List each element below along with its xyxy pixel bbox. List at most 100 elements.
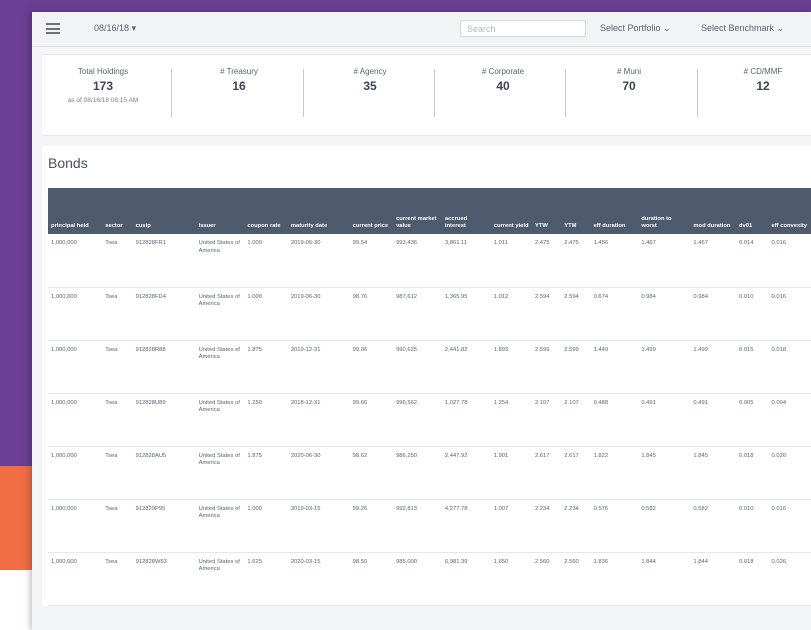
table-cell: United States of America — [195, 552, 245, 606]
table-cell: 2.475 — [561, 234, 591, 288]
column-header[interactable]: cusip — [132, 188, 196, 234]
table-cell: 0.015 — [735, 340, 769, 394]
app-window: 08/16/18 ▾ Select Portfolio ⌄ Select Ben… — [32, 12, 811, 630]
table-row[interactable]: 1,000,000 Tsea 912828U89 United States of A… — [48, 393, 811, 447]
table-cell: 2.107 — [531, 393, 562, 447]
hamburger-menu-icon[interactable] — [46, 23, 60, 34]
table-cell: 1.467 — [690, 234, 736, 288]
table-cell: Tsea — [102, 393, 133, 447]
column-header[interactable]: current market value — [393, 188, 442, 234]
table-row[interactable]: 1,000,000 Tsea 912828R88 United States of A… — [48, 340, 811, 394]
table-cell: 99.06 — [349, 340, 394, 394]
table-cell: 985,000 — [393, 552, 442, 606]
table-cell: United States of America — [195, 340, 245, 394]
column-header[interactable]: maturity date — [287, 188, 350, 234]
as-of-timestamp: as of 08/16/18 08:15 AM — [67, 97, 139, 104]
select-portfolio-dropdown[interactable]: Select Portfolio ⌄ — [600, 23, 671, 34]
column-header[interactable]: eff duration — [590, 188, 639, 234]
divider — [171, 69, 172, 117]
table-cell: 0.018 — [768, 340, 811, 394]
column-header[interactable]: mod duration — [690, 188, 736, 234]
stat-label: # Corporate — [481, 67, 525, 76]
table-cell: 99.54 — [349, 234, 394, 288]
column-header[interactable]: dv01 — [735, 188, 769, 234]
table-cell: 2.594 — [561, 287, 591, 341]
column-header[interactable]: YTM — [561, 188, 591, 234]
divider — [434, 69, 435, 117]
stat-treasury: # Treasury 16 — [174, 67, 304, 93]
table-cell: 4,277.78 — [441, 499, 491, 553]
top-bar: 08/16/18 ▾ Select Portfolio ⌄ Select Ben… — [32, 12, 811, 47]
column-header[interactable]: coupon rate — [244, 188, 288, 234]
table-cell: 912829P95 — [132, 499, 196, 553]
chevron-down-icon: ⌄ — [663, 23, 671, 33]
stat-label: # Agency — [353, 67, 387, 76]
table-cell: 1.254 — [490, 393, 532, 447]
divider — [303, 69, 304, 117]
table-row[interactable]: 1,000,000 Tsea 912828W63 United States of A… — [48, 552, 811, 606]
table-cell: 1.836 — [590, 552, 639, 606]
stat-value: 16 — [232, 79, 246, 93]
table-cell: 1.845 — [638, 446, 691, 500]
bonds-table: principal held sector cusip issuer coupon ra… — [48, 188, 811, 606]
table-cell: 0.582 — [690, 499, 736, 553]
table-cell: 2.560 — [561, 552, 591, 606]
stat-value: 173 — [92, 79, 114, 93]
table-cell: 2.475 — [531, 234, 562, 288]
stat-agency: # Agency 35 — [305, 67, 435, 93]
table-cell: 1.000 — [244, 287, 288, 341]
table-cell: 1.000 — [244, 234, 288, 288]
table-cell: 99.66 — [349, 393, 394, 447]
column-header[interactable]: current price — [349, 188, 394, 234]
table-row[interactable]: 1,000,000 Tsea 912828AU5 United States of A… — [48, 446, 811, 500]
search-input[interactable] — [460, 20, 586, 37]
table-cell: 2.560 — [531, 552, 562, 606]
date-selector[interactable]: 08/16/18 ▾ — [94, 23, 136, 34]
table-cell: 0.026 — [768, 552, 811, 606]
table-cell: 2019-06-30 — [287, 287, 350, 341]
select-portfolio-label: Select Portfolio — [600, 23, 661, 33]
table-cell: 0.016 — [768, 234, 811, 288]
table-cell: 98.50 — [349, 552, 394, 606]
table-cell: 2020-06-30 — [287, 446, 350, 500]
table-row[interactable]: 1,000,000 Tsea 912829P95 United States of A… — [48, 499, 811, 553]
table-row[interactable]: 1,000,000 Tsea 912828FR1 United States of A… — [48, 234, 811, 288]
stat-label: Total Holdings — [77, 67, 129, 76]
table-cell: 1.893 — [490, 340, 532, 394]
table-cell: 2019-03-15 — [287, 499, 350, 553]
stat-corporate: # Corporate 40 — [438, 67, 568, 93]
column-header[interactable]: eff convexity — [768, 188, 811, 234]
column-header[interactable]: accrued interest — [441, 188, 491, 234]
table-cell: 0.005 — [735, 393, 769, 447]
column-header[interactable]: current yield — [490, 188, 532, 234]
table-row[interactable]: 1,000,000 Tsea 912828FD4 United States of A… — [48, 287, 811, 341]
stat-value: 40 — [496, 79, 510, 93]
table-cell: 2018-12-31 — [287, 393, 350, 447]
table-cell: 2,447.92 — [441, 446, 491, 500]
column-header[interactable]: duration to worst — [638, 188, 691, 234]
table-cell: 1.467 — [638, 234, 691, 288]
column-header[interactable]: YTW — [531, 188, 562, 234]
column-header[interactable]: principal held — [48, 188, 103, 234]
table-cell: 0.582 — [638, 499, 691, 553]
column-header[interactable]: sector — [102, 188, 133, 234]
table-cell: 0.018 — [735, 446, 769, 500]
holdings-summary: Total Holdings 173 as of 08/16/18 08:15 … — [42, 54, 811, 136]
table-cell: United States of America — [195, 287, 245, 341]
table-cell: 2.617 — [531, 446, 562, 500]
table-cell: 912828R88 — [132, 340, 196, 394]
table-cell: 2.107 — [561, 393, 591, 447]
table-cell: 1.449 — [590, 340, 639, 394]
table-cell: 990,625 — [393, 340, 442, 394]
table-cell: 1,000,000 — [48, 499, 103, 553]
date-value: 08/16/18 — [94, 23, 130, 33]
caret-down-icon: ▾ — [131, 23, 137, 33]
table-cell: 0.984 — [690, 287, 736, 341]
table-cell: 996,562 — [393, 393, 442, 447]
table-cell: 2.234 — [531, 499, 562, 553]
column-header[interactable]: issuer — [195, 188, 245, 234]
table-cell: 912828AU5 — [132, 446, 196, 500]
table-cell: 0.016 — [768, 287, 811, 341]
select-benchmark-dropdown[interactable]: Select Benchmark ⌄ — [701, 23, 784, 34]
table-cell: 2.594 — [531, 287, 562, 341]
